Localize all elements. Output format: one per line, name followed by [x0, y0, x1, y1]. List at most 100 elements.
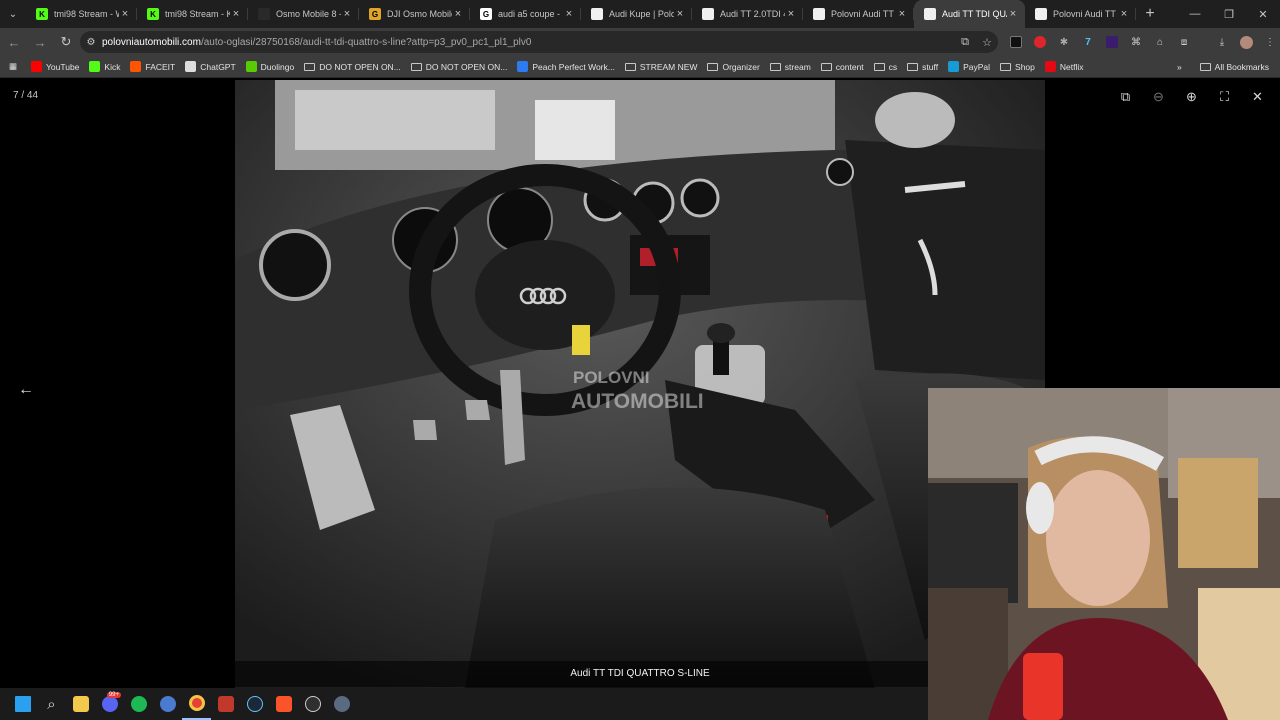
address-bar[interactable]: ⚙ polovniautomobili.com/auto-oglasi/2875… — [80, 31, 998, 53]
bookmark-15[interactable]: Shop — [995, 56, 1040, 78]
settings-button[interactable] — [327, 688, 356, 720]
bookmark-1[interactable]: Kick — [84, 56, 125, 78]
url-path: /auto-oglasi/28750168/audi-tt-tdi-quattr… — [200, 36, 532, 48]
restore-button[interactable]: ❐ — [1212, 0, 1246, 28]
tab-close-icon[interactable]: × — [119, 8, 131, 20]
toolbar-divider — [1196, 28, 1210, 56]
extension-3-icon[interactable]: ✱ — [1052, 28, 1076, 56]
brave-shield-button[interactable] — [211, 688, 240, 720]
bookmark-10[interactable]: stream — [765, 56, 816, 78]
webcam-illustration — [928, 388, 1280, 720]
zoom-out-icon[interactable]: ⊖ — [1142, 87, 1175, 107]
extension-6-icon[interactable]: ⌘ — [1124, 28, 1148, 56]
tab-close-icon[interactable]: × — [341, 8, 353, 20]
tab-close-icon[interactable]: × — [230, 8, 242, 20]
tab-5[interactable]: Audi Kupe | Polov × — [581, 0, 692, 28]
menu-kebab-icon[interactable]: ⋮ — [1258, 28, 1280, 56]
arrow-right-icon: → — [33, 34, 47, 50]
bookmark-label: stream — [784, 61, 811, 72]
bookmark-13[interactable]: stuff — [902, 56, 943, 78]
search-icon: ⌕ — [47, 695, 56, 713]
spotify-button[interactable] — [124, 688, 153, 720]
bookmark-16[interactable]: Netflix — [1040, 56, 1089, 78]
bookmark-12[interactable]: cs — [869, 56, 903, 78]
install-app-icon[interactable]: ⧉ — [954, 36, 976, 49]
brave-button[interactable] — [269, 688, 298, 720]
apps-grid-icon[interactable]: ▦ — [0, 56, 26, 78]
steam-button[interactable] — [240, 688, 269, 720]
tab-close-icon[interactable]: × — [896, 8, 908, 20]
tab-close-icon[interactable]: × — [1118, 8, 1130, 20]
bookmark-9[interactable]: Organizer — [702, 56, 764, 78]
image-caption: Audi TT TDI QUATTRO S-LINE — [235, 661, 1045, 687]
fullscreen-icon[interactable]: ⛶ — [1208, 87, 1241, 107]
tab-6[interactable]: Audi TT 2.0TDI 4X× — [692, 0, 803, 28]
thumbnails-icon[interactable]: ⧉ — [1109, 87, 1142, 107]
bookmark-7[interactable]: Peach Perfect Work... — [512, 56, 620, 78]
tab-title: Polovni Audi TT 2 — [1053, 9, 1118, 19]
extension-2-icon[interactable] — [1028, 28, 1052, 56]
viewer-toolbar: ⧉ ⊖ ⊕ ⛶ ✕ — [1109, 87, 1274, 107]
obs-button[interactable] — [298, 688, 327, 720]
bookmark-label: content — [835, 61, 864, 72]
close-icon[interactable]: ✕ — [1241, 87, 1274, 107]
start-button[interactable] — [8, 688, 37, 720]
bookmark-star-icon[interactable]: ☆ — [976, 36, 998, 49]
bookmark-4[interactable]: Duolingo — [241, 56, 300, 78]
tab-2[interactable]: Osmo Mobile 8 - × — [248, 0, 359, 28]
previous-image-arrow-icon[interactable]: ← — [18, 381, 34, 399]
discord-button[interactable]: 99+ — [95, 688, 124, 720]
reload-button[interactable]: ↻ — [54, 30, 78, 54]
bookmark-14[interactable]: PayPal — [943, 56, 995, 78]
all-bookmarks-button[interactable]: All Bookmarks — [1195, 56, 1274, 78]
bookmark-2[interactable]: FACEIT — [125, 56, 180, 78]
polovni-icon — [591, 8, 603, 20]
file-explorer-button[interactable] — [66, 688, 95, 720]
gear-icon — [333, 696, 350, 712]
tab-0[interactable]: Ktmi98 Stream - W × — [26, 0, 137, 28]
tab-7[interactable]: Polovni Audi TT S × — [803, 0, 914, 28]
tab-4[interactable]: Gaudi a5 coupe - G × — [470, 0, 581, 28]
tab-close-icon[interactable]: × — [674, 8, 686, 20]
window-controls: — ❐ ✕ — [1178, 0, 1280, 28]
tab-close-icon[interactable]: × — [563, 8, 575, 20]
search-taskbar-button[interactable]: ⌕ — [37, 688, 66, 720]
bookmark-8[interactable]: STREAM NEW — [620, 56, 703, 78]
minimize-button[interactable]: — — [1178, 0, 1212, 28]
tab-8[interactable]: Audi TT TDI QUAT× — [914, 0, 1025, 28]
app-button[interactable] — [153, 688, 182, 720]
tab-close-icon[interactable]: × — [785, 8, 797, 20]
extension-4-icon[interactable]: 7 — [1076, 28, 1100, 56]
url-text[interactable]: polovniautomobili.com/auto-oglasi/287501… — [102, 37, 954, 48]
tab-3[interactable]: G DJI Osmo Mobile × — [359, 0, 470, 28]
bookmark-6[interactable]: DO NOT OPEN ON... — [406, 56, 513, 78]
tab-close-icon[interactable]: × — [452, 8, 464, 20]
bookmark-label: ChatGPT — [200, 61, 236, 72]
bookmark-0[interactable]: YouTube — [26, 56, 84, 78]
bookmark-5[interactable]: DO NOT OPEN ON... — [299, 56, 406, 78]
polovni-icon — [813, 8, 825, 20]
extension-5-icon[interactable] — [1100, 28, 1124, 56]
zoom-in-icon[interactable]: ⊕ — [1175, 87, 1208, 107]
tab-1[interactable]: Ktmi98 Stream - Ki × — [137, 0, 248, 28]
webcam-overlay — [928, 388, 1280, 720]
tab-9[interactable]: Polovni Audi TT 2 × — [1025, 0, 1136, 28]
extension-7-icon[interactable]: ⌂ — [1148, 28, 1172, 56]
bookmark-11[interactable]: content — [816, 56, 869, 78]
bookmarks-overflow-button[interactable]: » — [1172, 56, 1187, 78]
chrome-button[interactable] — [182, 688, 211, 720]
car-interior-illustration: POLOVNI AUTOMOBILI — [235, 80, 1045, 688]
obs-icon — [304, 696, 321, 712]
new-tab-button[interactable]: + — [1136, 5, 1164, 23]
back-button[interactable]: ← — [2, 30, 26, 54]
forward-button[interactable]: → — [28, 30, 52, 54]
extension-1-icon[interactable] — [1004, 28, 1028, 56]
download-icon[interactable]: ⤓ — [1210, 28, 1234, 56]
site-info-icon[interactable]: ⚙ — [80, 37, 102, 48]
close-window-button[interactable]: ✕ — [1246, 0, 1280, 28]
tab-close-icon[interactable]: × — [1007, 8, 1019, 20]
bookmark-3[interactable]: ChatGPT — [180, 56, 240, 78]
extensions-puzzle-icon[interactable]: ⧈ — [1172, 28, 1196, 56]
tab-search-button[interactable]: ⌄ — [0, 0, 26, 28]
profile-avatar[interactable] — [1234, 28, 1258, 56]
